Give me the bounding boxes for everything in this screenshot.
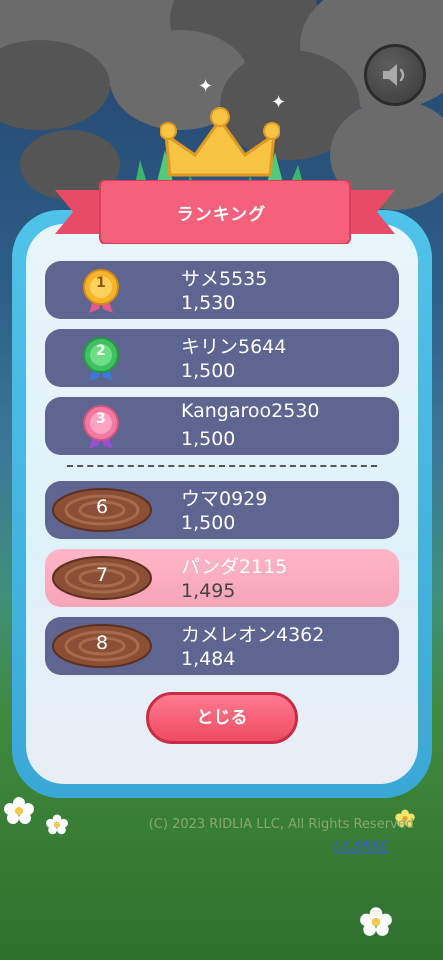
close-button[interactable]: とじる [146, 692, 298, 744]
rank-number: 6 [95, 496, 109, 518]
flower-icon [360, 907, 392, 936]
player-score: 1,500 [181, 512, 236, 534]
player-name: キリン5644 [181, 336, 287, 358]
ranking-row-6: 6 ウマ0929 1,500 [45, 481, 399, 539]
rank-number: 3 [96, 411, 106, 427]
ranking-row-3: 3 Kangaroo2530 1,500 [45, 397, 399, 455]
rank-number: 7 [95, 564, 109, 586]
player-score: 1,495 [181, 580, 236, 602]
rank-number: 1 [96, 275, 106, 291]
player-name: Kangaroo2530 [181, 400, 320, 422]
player-name: カメレオン4362 [181, 624, 325, 646]
copyright-text: (C) 2023 RIDLIA LLC, All Rights Reserved [148, 817, 414, 832]
player-score: 1,530 [181, 292, 236, 314]
ranking-row-2: 2 キリン5644 1,500 [45, 329, 399, 387]
license-link[interactable]: LICENSE [334, 840, 389, 855]
ranking-row-7-current-player: 7 パンダ2115 1,495 [45, 549, 399, 607]
player-score: 1,500 [181, 428, 236, 450]
crown-icon [160, 107, 280, 177]
ranking-list: 1 サメ5535 1,530 2 キリン5644 1,500 3 Kangaro… [45, 261, 399, 685]
rank-number: 2 [96, 343, 106, 359]
player-name: パンダ2115 [181, 556, 288, 578]
divider [67, 465, 377, 467]
sound-toggle-button[interactable] [364, 44, 426, 106]
sparkle-icon: ✦ [198, 76, 214, 97]
player-name: サメ5535 [181, 268, 268, 290]
rank-number: 8 [95, 632, 109, 654]
ranking-row-8: 8 カメレオン4362 1,484 [45, 617, 399, 675]
player-name: ウマ0929 [181, 488, 268, 510]
ranking-title: ランキング [176, 205, 267, 225]
speaker-icon [383, 64, 405, 86]
player-score: 1,500 [181, 360, 236, 382]
ranking-row-1: 1 サメ5535 1,530 [45, 261, 399, 319]
player-score: 1,484 [181, 648, 236, 670]
